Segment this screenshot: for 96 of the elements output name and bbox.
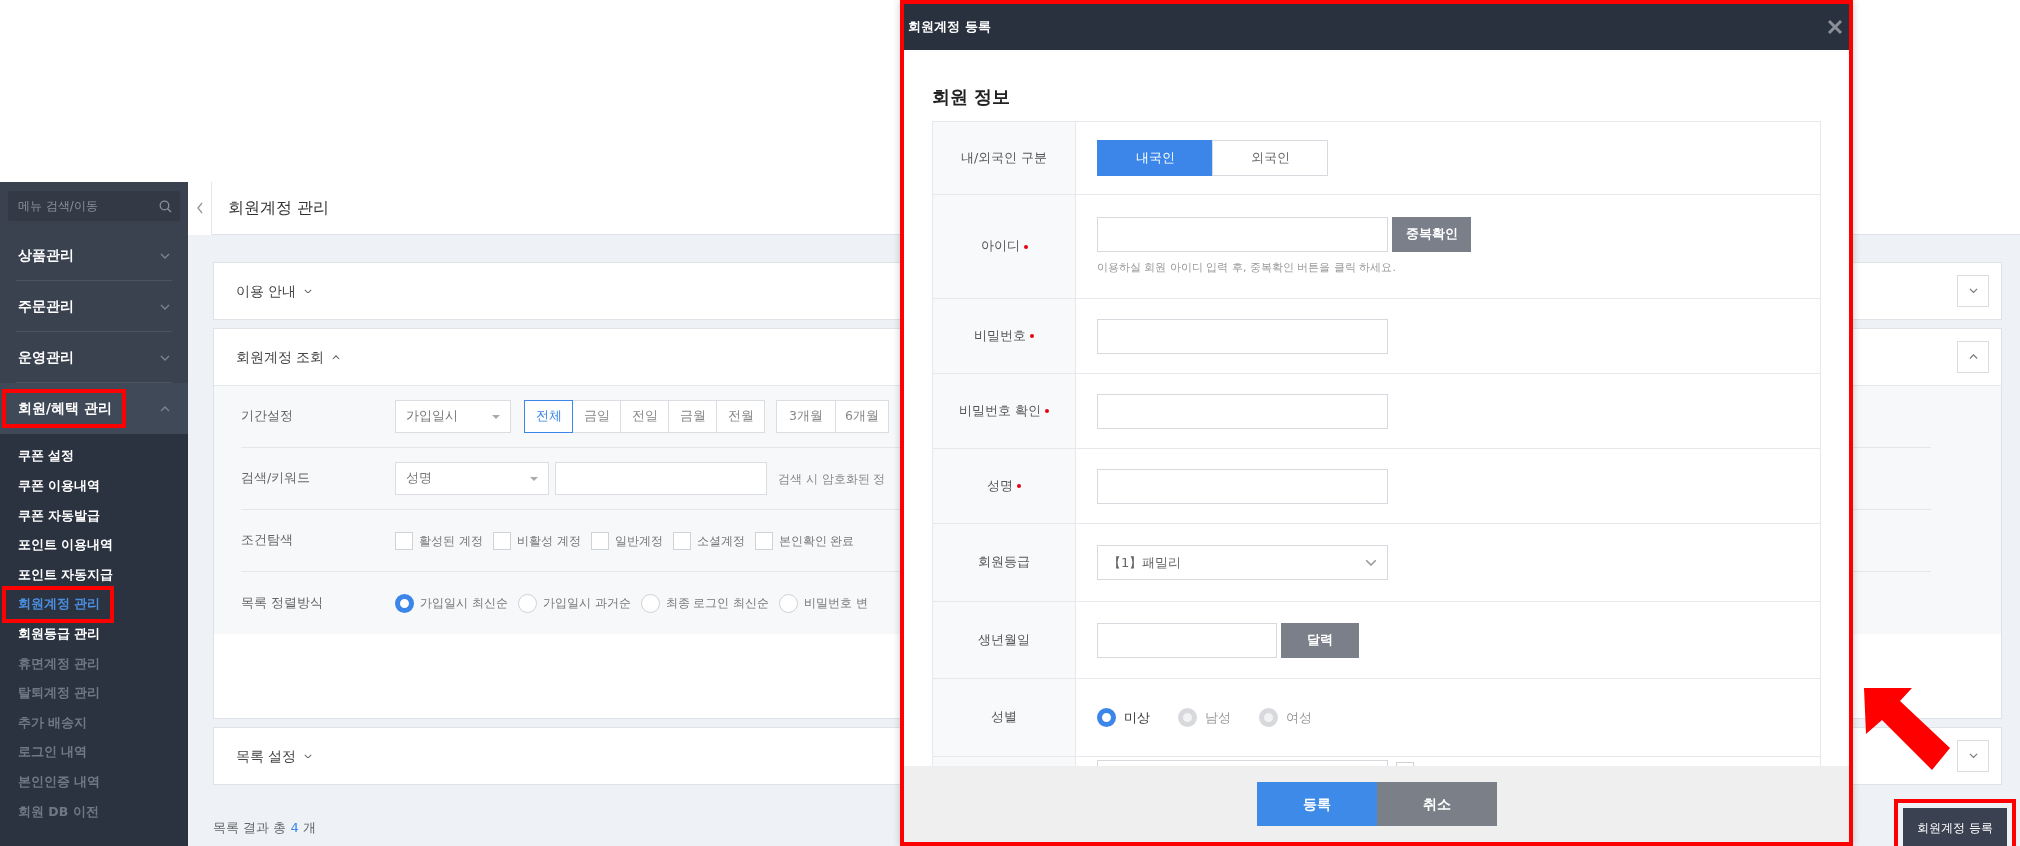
filter-label: 기간설정 [241,407,294,426]
field-label: 비밀번호 [974,326,1026,345]
filter-label: 조건탐색 [241,531,294,550]
segment-button[interactable]: 외국인 [1212,140,1328,176]
chevron-up-icon [1968,354,1978,360]
help-text: 이용하실 회원 아이디 입력 후, 중복확인 버튼을 클릭 하세요. [1097,259,1397,276]
checkbox-label: 소셜계정 [696,532,745,550]
panel-title[interactable]: 목록 설정 [236,745,313,767]
chevron-down-icon [1968,753,1978,759]
cancel-button[interactable]: 취소 [1376,782,1497,826]
panel-title[interactable]: 이용 안내 [236,280,313,302]
radio-label: 가입일시 최신순 [420,595,508,612]
radio-button[interactable] [1097,708,1116,727]
collapse-button[interactable] [188,181,212,235]
field-label: 성명 [987,476,1013,495]
filter-label: 목록 정렬방식 [241,593,324,612]
keyword-input[interactable] [555,462,767,495]
sidebar-menu-item[interactable]: 회원/혜택 관리 [0,383,188,434]
radio-label: 가입일시 과거순 [542,595,631,612]
panel-toggle-button[interactable] [1957,341,1989,373]
period-button[interactable]: 전일 [620,400,669,433]
search-box[interactable]: 메뉴 검색/이동 [8,191,180,221]
field-label: 내/외국인 구분 [960,148,1048,167]
search-field[interactable]: 메뉴 검색/이동 [16,196,159,216]
chevron-down-icon [304,288,313,294]
field-label: 회원등급 [978,553,1030,572]
filter-label: 검색/키워드 [241,469,312,488]
checkbox[interactable] [672,531,691,550]
checkbox[interactable] [754,531,773,550]
radio-button[interactable] [395,593,414,613]
sidebar-menu-item[interactable]: 주문관리 [0,281,188,332]
section-title: 회원 정보 [932,85,1012,109]
radio-label: 최종 로그인 최신순 [665,595,770,612]
select-field[interactable]: 성명 [395,462,549,495]
sidebar-submenu-item[interactable]: 쿠폰 설정 [0,442,188,472]
checkbox[interactable] [590,531,609,550]
checkbox-label: 본인확인 완료 [778,532,855,550]
field-label: 비밀번호 확인 [959,401,1041,420]
sidebar-menu-item[interactable]: 상품관리 [0,230,188,281]
input-field[interactable] [1097,216,1388,252]
sidebar-menu-item[interactable]: 운영관리 [0,332,188,383]
close-icon [1827,19,1843,35]
chevron-down-icon [160,303,170,310]
calendar-button[interactable]: 달력 [1281,622,1359,658]
period-button[interactable]: 금일 [572,400,621,433]
checkbox[interactable] [492,531,511,550]
checkbox[interactable] [395,531,413,550]
period-button[interactable]: 전월 [716,400,765,433]
register-button[interactable]: 회원계정 등록 [1903,808,2007,846]
field-label: 성별 [991,708,1017,727]
segment-button[interactable]: 내국인 [1097,140,1213,176]
period-button[interactable]: 전체 [524,400,573,433]
chevron-down-icon [1365,558,1377,567]
chevron-down-icon [304,753,313,759]
check-duplicate-button[interactable]: 중복확인 [1392,216,1471,252]
panel-toggle-button[interactable] [1957,275,1989,307]
panel-toggle-button[interactable] [1957,740,1989,772]
sidebar-submenu-item[interactable]: 포인트 이용내역 [0,530,188,561]
sidebar-submenu-item[interactable]: 포인트 자동지급 [0,560,188,590]
panel-title[interactable]: 회원계정 조회 [236,346,341,368]
date-input[interactable] [1097,622,1277,658]
close-button[interactable] [1827,19,1843,35]
input-field[interactable] [1097,393,1388,429]
result-count-text: 목록 결과 총 4 개 [213,819,316,838]
sidebar-submenu-item[interactable]: 쿠폰 자동발급 [0,501,188,531]
period-button[interactable]: 금월 [668,400,717,433]
select-field[interactable]: 가입일시 [395,400,511,433]
chevron-up-icon [160,405,170,412]
radio-label: 여성 [1286,708,1312,727]
field-label: 생년월일 [978,630,1030,649]
chevron-down-icon [160,252,170,259]
hint-text: 검색 시 암호화된 정 [778,470,886,488]
caret-icon [530,476,538,481]
submit-button[interactable]: 등록 [1256,782,1377,826]
input-field[interactable] [1097,318,1388,354]
chevron-up-icon [332,354,341,360]
radio-label: 비밀번호 변 [804,595,869,612]
chevron-down-icon [1968,288,1978,294]
chevron-left-icon [195,202,204,214]
radio-label: 남성 [1205,708,1231,727]
checkbox-label: 일반계정 [614,532,663,550]
caret-icon [492,414,500,419]
sidebar-submenu-item[interactable]: 회원등급 관리 [0,619,188,650]
page-title: 회원계정 관리 [228,197,330,219]
modal-title: 회원계정 등록 [908,18,991,37]
select-field[interactable]: 【1】패밀리 [1097,545,1388,580]
checkbox-label: 활성된 계정 [419,532,483,550]
search-icon [159,199,172,213]
radio-label: 미상 [1124,708,1150,727]
input-field[interactable] [1097,468,1388,504]
period-button[interactable]: 6개월 [835,400,889,433]
period-button[interactable]: 3개월 [776,400,836,433]
checkbox-label: 비활성 계정 [516,532,581,550]
sidebar-submenu-item[interactable]: 쿠폰 이용내역 [0,471,188,502]
chevron-down-icon [160,354,170,361]
field-label: 아이디 [980,237,1020,256]
